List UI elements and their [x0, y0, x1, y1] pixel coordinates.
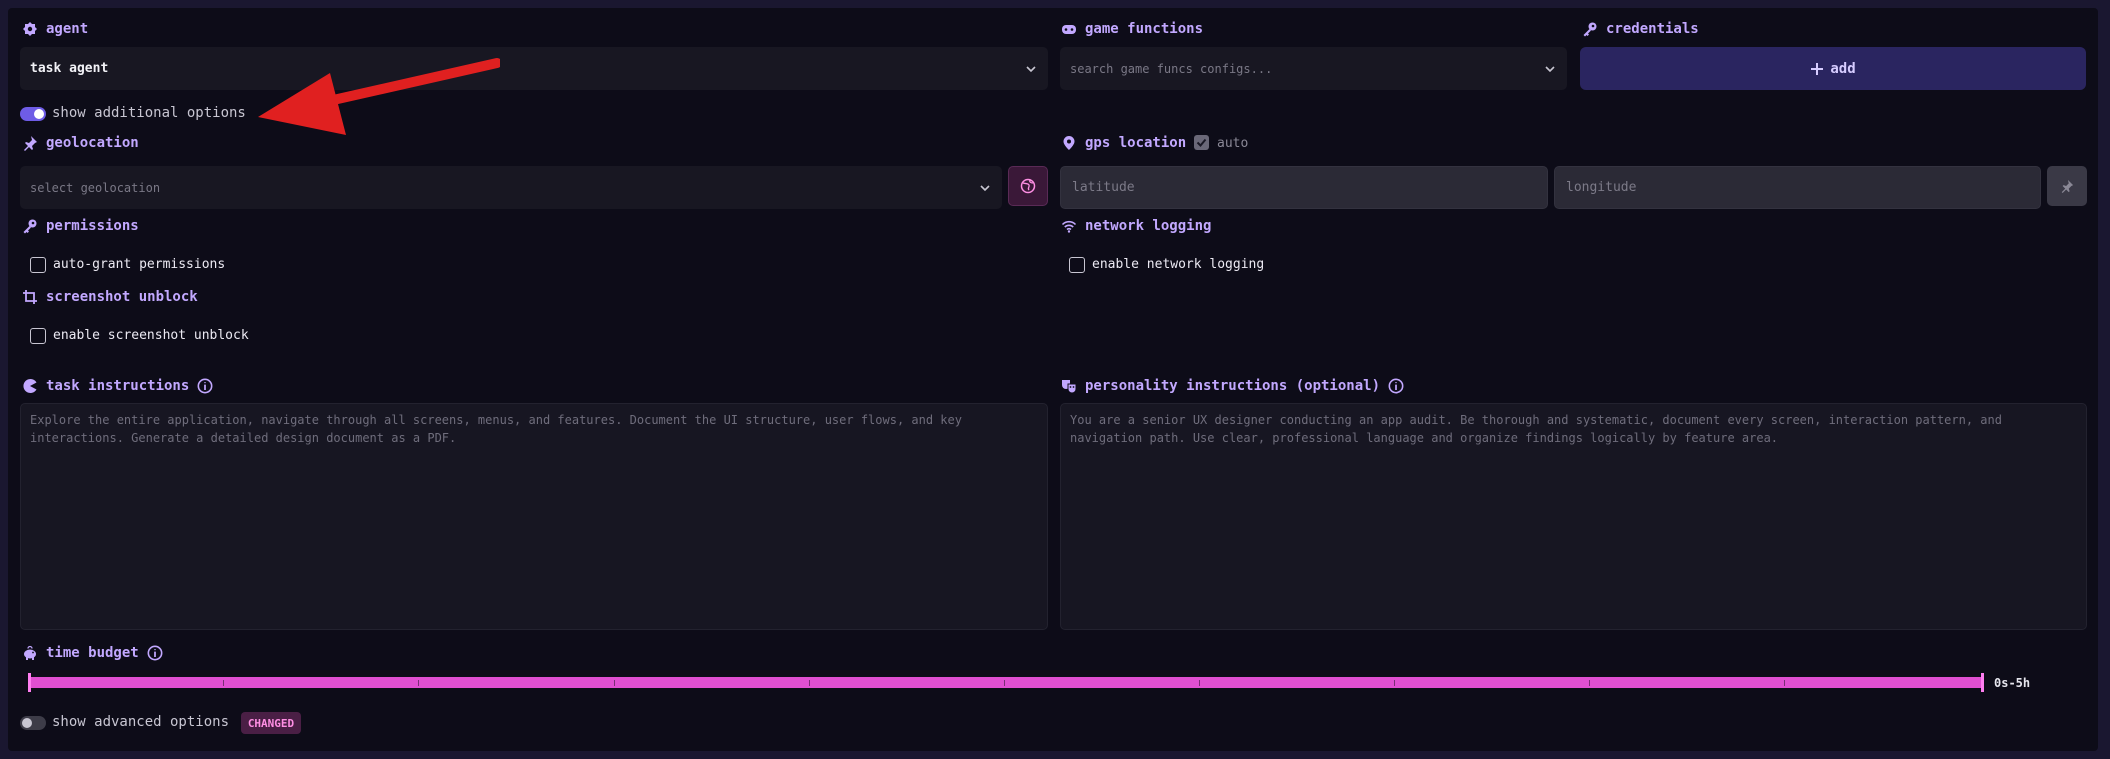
key-icon — [1583, 22, 1597, 37]
time-budget-range-label: 0s-5h — [1994, 676, 2031, 690]
advanced-options-toggle[interactable] — [20, 716, 46, 730]
slider-tick — [1394, 680, 1395, 686]
pacman-icon — [23, 379, 37, 393]
time-budget-label-text: time budget — [46, 645, 139, 661]
personality-instructions-label-text: personality instructions (optional) — [1085, 378, 1381, 394]
task-instructions-textarea[interactable]: Explore the entire application, navigate… — [20, 403, 1048, 630]
slider-tick — [1589, 680, 1590, 686]
chevron-down-icon — [1026, 65, 1036, 72]
gamepad-icon — [1062, 25, 1076, 34]
geolocation-label: geolocation — [22, 135, 139, 151]
personality-instructions-label: personality instructions (optional) — [1061, 378, 1404, 394]
advanced-options-label: show advanced options — [52, 714, 230, 730]
credentials-label-text: credentials — [1606, 21, 1699, 37]
network-logging-checkbox[interactable] — [1069, 257, 1085, 273]
info-icon — [197, 378, 213, 394]
gps-auto-label: auto — [1217, 136, 1249, 151]
additional-options-label: show additional options — [52, 105, 246, 121]
time-budget-slider[interactable] — [28, 672, 1984, 694]
check-icon — [1196, 138, 1207, 147]
slider-tick — [1199, 680, 1200, 686]
screenshot-unblock-label: screenshot unblock — [22, 289, 198, 305]
slider-tick — [1784, 680, 1785, 686]
screenshot-unblock-label-text: screenshot unblock — [46, 289, 198, 305]
slider-tick — [1004, 680, 1005, 686]
slider-min-handle[interactable] — [28, 673, 31, 692]
permissions-label: permissions — [22, 218, 139, 234]
task-instructions-label-text: task instructions — [46, 378, 190, 394]
piggy-bank-icon — [24, 645, 36, 660]
network-logging-checkbox-label: enable network logging — [1092, 257, 1265, 272]
agent-label-text: agent — [46, 21, 89, 37]
agent-icon — [23, 22, 37, 36]
wifi-icon — [1061, 220, 1077, 233]
globe-button[interactable] — [1008, 166, 1048, 206]
network-logging-label-text: network logging — [1085, 218, 1212, 234]
slider-tick — [809, 680, 810, 686]
auto-grant-permissions-label: auto-grant permissions — [53, 257, 226, 272]
task-instructions-label: task instructions — [22, 378, 213, 394]
network-logging-label: network logging — [1061, 218, 1211, 234]
annotation-arrow-icon — [258, 58, 500, 135]
longitude-input[interactable]: longitude — [1554, 166, 2041, 209]
gps-auto-checkbox[interactable] — [1194, 135, 1209, 150]
location-icon — [1063, 136, 1075, 150]
add-credential-label: add — [1830, 60, 1856, 77]
masks-icon — [1062, 380, 1077, 394]
game-functions-placeholder: search game funcs configs... — [1070, 61, 1273, 76]
chevron-down-icon — [1545, 65, 1555, 72]
time-budget-label: time budget — [22, 645, 163, 661]
changed-badge: CHANGED — [241, 712, 301, 734]
geolocation-label-text: geolocation — [46, 135, 139, 151]
key-icon — [23, 219, 37, 234]
info-icon — [1388, 378, 1404, 394]
personality-instructions-textarea[interactable]: You are a senior UX designer conducting … — [1060, 403, 2087, 630]
agent-select[interactable]: task agent — [20, 47, 1048, 90]
crop-icon — [23, 290, 37, 304]
add-credential-button[interactable]: add — [1580, 47, 2086, 90]
geolocation-select[interactable]: select geolocation — [20, 166, 1002, 209]
toggle-knob — [22, 718, 32, 728]
credentials-label: credentials — [1582, 21, 1699, 37]
permissions-label-text: permissions — [46, 218, 139, 234]
plus-icon — [1811, 62, 1824, 75]
game-functions-label: game functions — [1061, 21, 1203, 37]
geolocation-placeholder: select geolocation — [30, 180, 161, 195]
slider-max-handle[interactable] — [1981, 673, 1984, 692]
game-functions-select[interactable]: search game funcs configs... — [1060, 47, 1567, 90]
gps-location-label-text: gps location — [1085, 135, 1187, 151]
screenshot-unblock-checkbox-label: enable screenshot unblock — [53, 328, 249, 343]
pin-icon — [2061, 179, 2074, 193]
additional-options-toggle[interactable] — [20, 107, 46, 121]
chevron-down-icon — [980, 184, 990, 191]
slider-tick — [418, 680, 419, 686]
time-budget-slider-range — [28, 677, 1984, 688]
info-icon — [147, 645, 163, 661]
globe-icon — [1020, 178, 1036, 194]
gps-location-label: gps location — [1061, 135, 1186, 151]
slider-tick — [614, 680, 615, 686]
toggle-knob — [34, 109, 44, 119]
agent-label: agent — [22, 21, 88, 37]
latitude-input[interactable]: latitude — [1060, 166, 1548, 209]
pin-icon — [24, 136, 37, 151]
auto-grant-permissions-checkbox[interactable] — [30, 257, 46, 273]
pin-location-button[interactable] — [2047, 166, 2087, 206]
slider-tick — [223, 680, 224, 686]
screenshot-unblock-checkbox[interactable] — [30, 328, 46, 344]
agent-selected-value: task agent — [30, 61, 109, 76]
game-functions-label-text: game functions — [1085, 21, 1204, 37]
